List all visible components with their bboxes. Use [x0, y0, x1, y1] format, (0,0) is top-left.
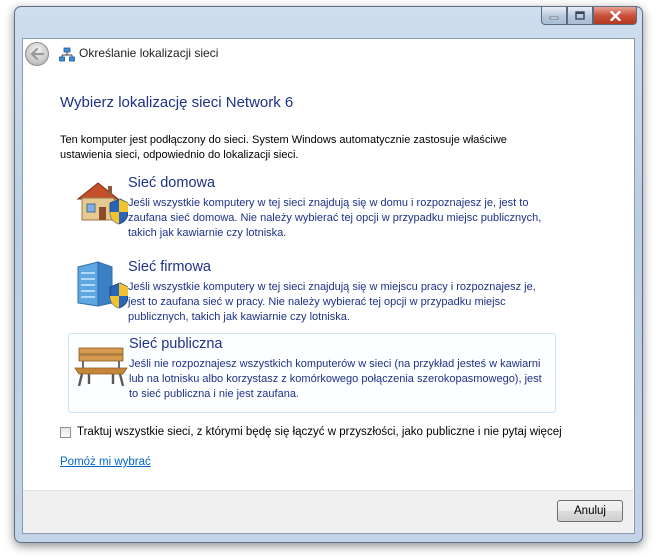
back-arrow-icon [30, 48, 44, 60]
minimize-button[interactable] [541, 7, 567, 25]
back-button[interactable] [25, 42, 49, 66]
intro-text: Ten komputer jest podłączony do sieci. S… [60, 134, 507, 161]
maximize-icon [575, 11, 585, 20]
help-me-choose-link[interactable]: Pomóż mi wybrać [60, 456, 151, 468]
network-icon [59, 47, 75, 62]
minimize-icon [549, 16, 559, 19]
option-title: Sieć publiczna [129, 336, 223, 352]
window-title: Określanie lokalizacji sieci [79, 46, 219, 60]
option-title: Sieć firmowa [128, 259, 211, 275]
public-checkbox[interactable] [60, 426, 71, 438]
public-checkbox-row[interactable]: Traktuj wszystkie sieci, z którymi będę … [60, 426, 562, 438]
option-description: Jeśli nie rozpoznajesz wszystkich komput… [129, 358, 542, 401]
park-bench-icon [74, 347, 128, 387]
option-public-network[interactable]: Sieć publiczna Jeśli nie rozpoznajesz ws… [68, 333, 556, 413]
close-button[interactable] [593, 7, 637, 25]
option-home-network[interactable]: Sieć domowa Jeśli wszystkie komputery w … [68, 173, 556, 253]
caption-buttons [541, 7, 637, 26]
page-heading: Wybierz lokalizację sieci Network 6 [60, 94, 294, 111]
house-shield-icon [76, 182, 128, 225]
navigation-bar: Określanie lokalizacji sieci [22, 38, 633, 68]
option-description: Jeśli wszystkie komputery w tej sieci zn… [128, 197, 542, 240]
checkbox-label: Traktuj wszystkie sieci, z którymi będę … [77, 426, 562, 438]
office-building-shield-icon [77, 261, 128, 309]
option-title: Sieć domowa [128, 175, 216, 191]
maximize-button[interactable] [567, 7, 593, 25]
footer-bar: Anuluj [23, 490, 633, 533]
option-description: Jeśli wszystkie komputery w tej sieci zn… [128, 281, 536, 324]
cancel-button[interactable]: Anuluj [557, 500, 623, 522]
option-work-network[interactable]: Sieć firmowa Jeśli wszystkie komputery w… [68, 257, 556, 337]
close-icon [609, 10, 621, 21]
